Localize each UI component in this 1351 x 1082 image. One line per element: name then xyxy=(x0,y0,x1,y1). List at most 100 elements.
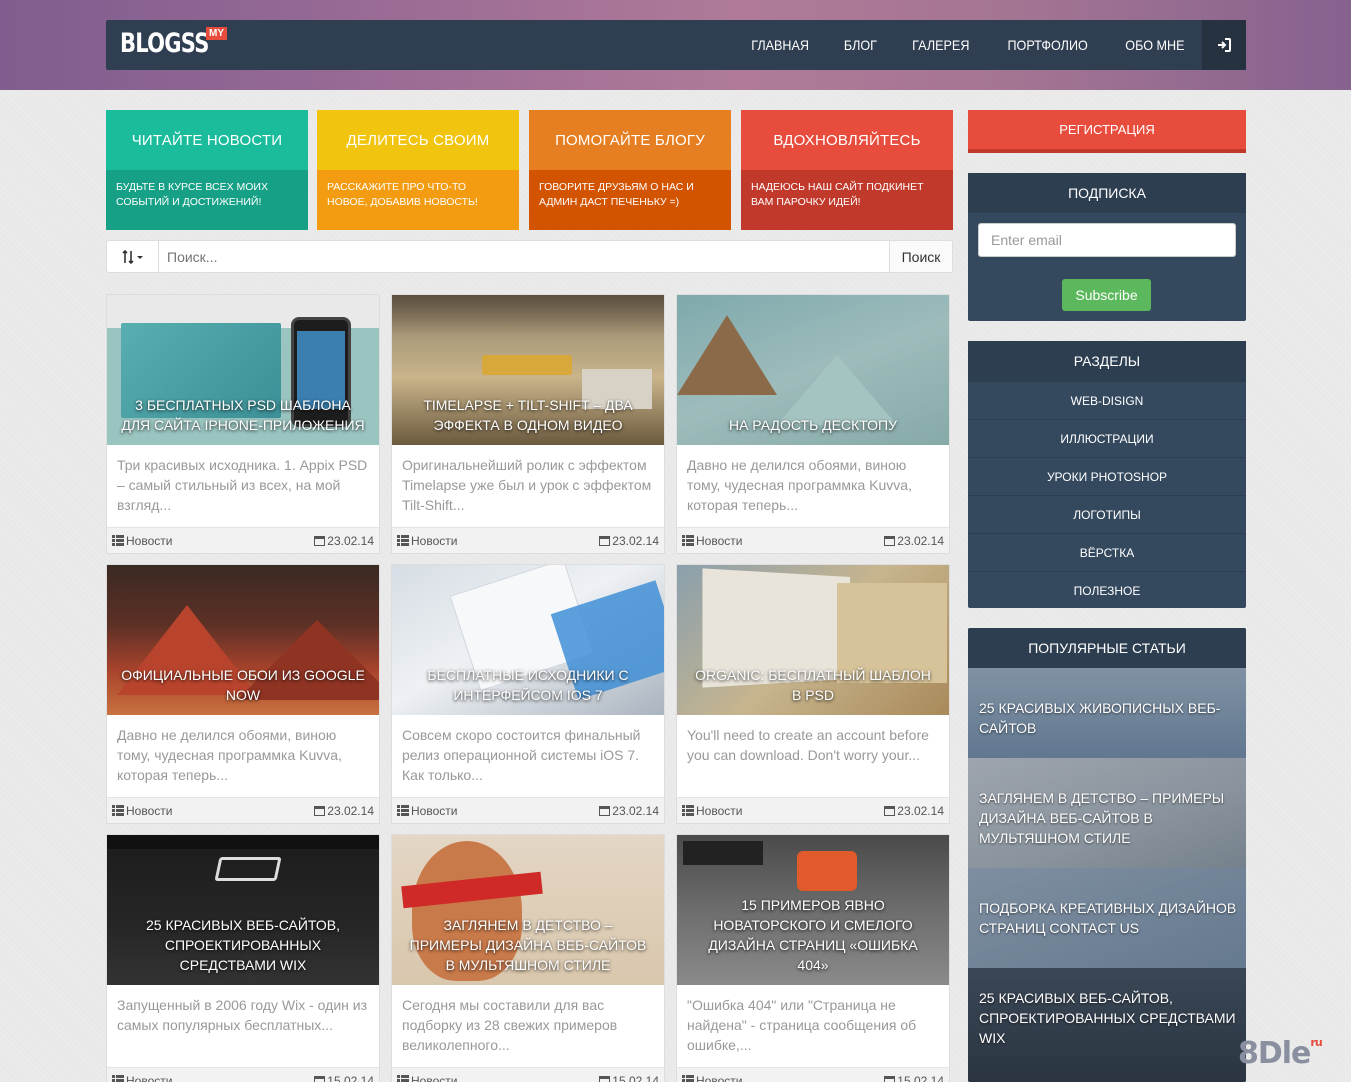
post-category[interactable]: Новости xyxy=(112,1074,172,1082)
post-category[interactable]: Новости xyxy=(112,534,172,548)
post-category-label: Новости xyxy=(411,533,458,548)
logo-badge: MY xyxy=(206,27,227,40)
tile-read-news[interactable]: ЧИТАЙТЕ НОВОСТИ БУДЬТЕ В КУРСЕ ВСЕХ МОИХ… xyxy=(106,110,308,230)
post-date-label: 23.02.14 xyxy=(897,803,944,818)
search-input[interactable] xyxy=(167,241,887,272)
post-category-label: Новости xyxy=(696,533,743,548)
navbar: BLOGSS MY ГЛАВНАЯ БЛОГ ГАЛЕРЕЯ ПОРТФОЛИО… xyxy=(106,20,1246,70)
post-date-label: 23.02.14 xyxy=(327,533,374,548)
post-category[interactable]: Новости xyxy=(682,534,742,548)
section-link[interactable]: ИЛЛЮСТРАЦИИ xyxy=(968,419,1246,457)
post-card[interactable]: ORGANIC: БЕСПЛАТНЫЙ ШАБЛОН В PSD You'll … xyxy=(676,564,950,824)
section-link[interactable]: ВЁРСТКА xyxy=(968,533,1246,571)
popular-panel: ПОПУЛЯРНЫЕ СТАТЬИ 25 КРАСИВЫХ ЖИВОПИСНЫХ… xyxy=(968,628,1246,1082)
calendar-icon xyxy=(599,805,611,816)
post-excerpt: Сегодня мы составили для вас подборку из… xyxy=(402,997,618,1053)
nav-home[interactable]: ГЛАВНАЯ xyxy=(751,37,809,53)
list-icon xyxy=(682,534,694,546)
calendar-icon xyxy=(884,1075,896,1082)
tile-inspire[interactable]: ВДОХНОВЛЯЙТЕСЬ НАДЕЮСЬ НАШ САЙТ ПОДКИНЕТ… xyxy=(741,110,953,230)
post-category[interactable]: Новости xyxy=(397,1074,457,1082)
nav-about[interactable]: ОБО МНЕ xyxy=(1125,37,1184,53)
login-button[interactable] xyxy=(1202,20,1246,70)
post-category-label: Новости xyxy=(411,1073,458,1082)
post-image[interactable]: TIMELAPSE + TILT-SHIFT – ДВА ЭФФЕКТА В О… xyxy=(392,295,664,445)
section-link[interactable]: УРОКИ PHOTOSHOP xyxy=(968,457,1246,495)
subscribe-button[interactable]: Subscribe xyxy=(1062,279,1151,311)
nav-portfolio[interactable]: ПОРТФОЛИО xyxy=(1007,37,1087,53)
post-excerpt: Оригинальнейший ролик с эффектом Timelap… xyxy=(402,457,652,513)
panel-title: РАЗДЕЛЫ xyxy=(968,341,1246,381)
post-category[interactable]: Новости xyxy=(112,804,172,818)
post-date-label: 15.02.14 xyxy=(327,1073,374,1082)
post-card[interactable]: ЗАГЛЯНЕМ В ДЕТСТВО – ПРИМЕРЫ ДИЗАЙНА ВЕБ… xyxy=(391,834,665,1082)
post-category[interactable]: Новости xyxy=(682,804,742,818)
post-excerpt: Запущенный в 2006 году Wix - один из сам… xyxy=(117,997,367,1033)
post-category[interactable]: Новости xyxy=(397,534,457,548)
post-category-label: Новости xyxy=(126,533,173,548)
section-link[interactable]: ЛОГОТИПЫ xyxy=(968,495,1246,533)
search-button[interactable]: Поиск xyxy=(889,241,952,272)
nav-blog[interactable]: БЛОГ xyxy=(844,37,877,53)
post-date: 15.02.14 xyxy=(884,1074,944,1082)
popular-item-title: 25 КРАСИВЫХ ВЕБ-САЙТОВ, СПРОЕКТИРОВАННЫХ… xyxy=(979,990,1236,1046)
post-excerpt: "Ошибка 404" или "Страница не найдена" -… xyxy=(687,997,917,1053)
popular-item-title: ПОДБОРКА КРЕАТИВНЫХ ДИЗАЙНОВ СТРАНИЦ CON… xyxy=(979,900,1237,936)
post-category-label: Новости xyxy=(411,803,458,818)
nav-gallery[interactable]: ГАЛЕРЕЯ xyxy=(912,37,969,53)
post-image[interactable]: ОФИЦИАЛЬНЫЕ ОБОИ ИЗ GOOGLE NOW xyxy=(107,565,379,715)
list-icon xyxy=(112,534,124,546)
logo[interactable]: BLOGSS xyxy=(120,28,209,59)
post-card[interactable]: ОФИЦИАЛЬНЫЕ ОБОИ ИЗ GOOGLE NOW Давно не … xyxy=(106,564,380,824)
section-link[interactable]: ПОЛЕЗНОЕ xyxy=(968,571,1246,609)
post-card[interactable]: 3 БЕСПЛАТНЫХ PSD ШАБЛОНА ДЛЯ САЙТА IPHON… xyxy=(106,294,380,554)
post-category[interactable]: Новости xyxy=(397,804,457,818)
post-card[interactable]: 25 КРАСИВЫХ ВЕБ-САЙТОВ, СПРОЕКТИРОВАННЫХ… xyxy=(106,834,380,1082)
post-card[interactable]: TIMELAPSE + TILT-SHIFT – ДВА ЭФФЕКТА В О… xyxy=(391,294,665,554)
post-date: 23.02.14 xyxy=(314,534,374,548)
watermark-logo: 8Dleru xyxy=(1238,1036,1323,1071)
section-link[interactable]: WEB-DISIGN xyxy=(968,381,1246,419)
post-card[interactable]: 15 ПРИМЕРОВ ЯВНО НОВАТОРСКОГО И СМЕЛОГО … xyxy=(676,834,950,1082)
calendar-icon xyxy=(884,535,896,546)
popular-item[interactable]: 25 КРАСИВЫХ ВЕБ-САЙТОВ, СПРОЕКТИРОВАННЫХ… xyxy=(968,968,1246,1082)
watermark-text: 8Dle xyxy=(1238,1036,1311,1071)
post-meta: Новости 23.02.14 xyxy=(392,797,664,823)
post-image[interactable]: 25 КРАСИВЫХ ВЕБ-САЙТОВ, СПРОЕКТИРОВАННЫХ… xyxy=(107,835,379,985)
tile-share[interactable]: ДЕЛИТЕСЬ СВОИМ РАССКАЖИТЕ ПРО ЧТО-ТО НОВ… xyxy=(317,110,519,230)
post-meta: Новости 15.02.14 xyxy=(392,1067,664,1082)
post-card[interactable]: НА РАДОСТЬ ДЕСКТОПУ Давно не делился обо… xyxy=(676,294,950,554)
post-category[interactable]: Новости xyxy=(682,1074,742,1082)
post-image[interactable]: ORGANIC: БЕСПЛАТНЫЙ ШАБЛОН В PSD xyxy=(677,565,949,715)
popular-item[interactable]: 25 КРАСИВЫХ ЖИВОПИСНЫХ ВЕБ-САЙТОВ xyxy=(968,668,1246,758)
post-image[interactable]: НА РАДОСТЬ ДЕСКТОПУ xyxy=(677,295,949,445)
post-image[interactable]: БЕСПЛАТНЫЕ ИСХОДНИКИ С ИНТЕРФЕЙСОМ IOS 7 xyxy=(392,565,664,715)
tile-title: ДЕЛИТЕСЬ СВОИМ xyxy=(317,110,519,170)
post-date: 23.02.14 xyxy=(884,804,944,818)
post-category-label: Новости xyxy=(696,1073,743,1082)
post-image[interactable]: ЗАГЛЯНЕМ В ДЕТСТВО – ПРИМЕРЫ ДИЗАЙНА ВЕБ… xyxy=(392,835,664,985)
sign-in-icon xyxy=(1218,38,1231,52)
tile-text: ГОВОРИТЕ ДРУЗЬЯМ О НАС И АДМИН ДАСТ ПЕЧЕ… xyxy=(529,170,731,230)
email-field[interactable]: Enter email xyxy=(978,223,1236,257)
sections-panel: РАЗДЕЛЫ WEB-DISIGN ИЛЛЮСТРАЦИИ УРОКИ PHO… xyxy=(968,341,1246,608)
calendar-icon xyxy=(599,535,611,546)
tile-text: РАССКАЖИТЕ ПРО ЧТО-ТО НОВОЕ, ДОБАВИВ НОВ… xyxy=(317,170,519,230)
main-menu: ГЛАВНАЯ БЛОГ ГАЛЕРЕЯ ПОРТФОЛИО ОБО МНЕ xyxy=(718,20,1188,70)
post-card[interactable]: БЕСПЛАТНЫЕ ИСХОДНИКИ С ИНТЕРФЕЙСОМ IOS 7… xyxy=(391,564,665,824)
popular-item[interactable]: ЗАГЛЯНЕМ В ДЕТСТВО – ПРИМЕРЫ ДИЗАЙНА ВЕБ… xyxy=(968,758,1246,868)
post-image[interactable]: 3 БЕСПЛАТНЫХ PSD ШАБЛОНА ДЛЯ САЙТА IPHON… xyxy=(107,295,379,445)
post-title: НА РАДОСТЬ ДЕСКТОПУ xyxy=(728,417,898,433)
sort-dropdown[interactable] xyxy=(107,241,159,272)
post-date-label: 23.02.14 xyxy=(327,803,374,818)
popular-item[interactable]: ПОДБОРКА КРЕАТИВНЫХ ДИЗАЙНОВ СТРАНИЦ CON… xyxy=(968,868,1246,968)
calendar-icon xyxy=(599,1075,611,1082)
register-button[interactable]: РЕГИСТРАЦИЯ xyxy=(968,110,1246,153)
calendar-icon xyxy=(314,1075,326,1082)
watermark-sup: ru xyxy=(1310,1036,1322,1049)
post-meta: Новости 23.02.14 xyxy=(107,527,379,553)
post-image[interactable]: 15 ПРИМЕРОВ ЯВНО НОВАТОРСКОГО И СМЕЛОГО … xyxy=(677,835,949,985)
calendar-icon xyxy=(884,805,896,816)
tile-help[interactable]: ПОМОГАЙТЕ БЛОГУ ГОВОРИТЕ ДРУЗЬЯМ О НАС И… xyxy=(529,110,731,230)
post-title: ОФИЦИАЛЬНЫЕ ОБОИ ИЗ GOOGLE NOW xyxy=(121,667,365,703)
